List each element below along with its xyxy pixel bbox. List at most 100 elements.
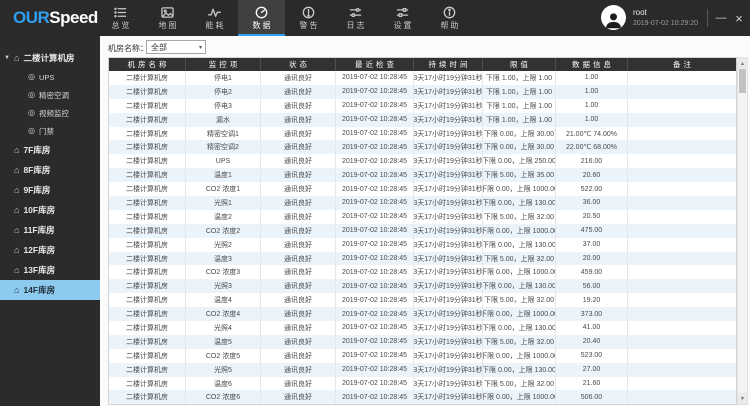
cell-checked: 2019-07-02 10:28:45 xyxy=(336,293,414,307)
cell-monitor: 光照1 xyxy=(186,196,261,210)
cell-limit: 下限 5.00，上限 32.00 xyxy=(483,252,556,266)
user-box: root 2019-07-02 10:29:20 xyxy=(601,5,698,30)
sidebar-item-13f[interactable]: ⌂13F库房 xyxy=(0,260,100,280)
cell-checked: 2019-07-02 10:28:45 xyxy=(336,238,414,252)
table-row[interactable]: 二楼计算机房停电1通讯良好2019-07-02 10:28:453天17小时19… xyxy=(109,71,736,85)
table-row[interactable]: 二楼计算机房CO2 浓度1通讯良好2019-07-02 10:28:453天17… xyxy=(109,182,736,196)
table-row[interactable]: 二楼计算机房CO2 浓度5通讯良好2019-07-02 10:28:453天17… xyxy=(109,349,736,363)
cell-limit: 下限 0.00，上限 30.00 xyxy=(483,127,556,141)
sidebar-item-7f[interactable]: ⌂7F库房 xyxy=(0,140,100,160)
sidebar-item-14f[interactable]: ⌂14F库房 xyxy=(0,280,100,300)
home-icon: ⌂ xyxy=(14,206,19,215)
table-row[interactable]: 二楼计算机房停电3通讯良好2019-07-02 10:28:453天17小时19… xyxy=(109,99,736,113)
sidebar-item-door[interactable]: ◎门禁 xyxy=(0,122,100,140)
nav-item-help[interactable]: 帮助 xyxy=(426,0,473,36)
cell-monitor: 光照2 xyxy=(186,238,261,252)
sidebar-item-video[interactable]: ◎视频监控 xyxy=(0,104,100,122)
cell-room: 二楼计算机房 xyxy=(109,377,186,391)
map-icon xyxy=(161,6,174,19)
cell-duration: 3天17小时19分钟31秒 xyxy=(414,349,483,363)
table-row[interactable]: 二楼计算机房温度1通讯良好2019-07-02 10:28:453天17小时19… xyxy=(109,168,736,182)
cell-checked: 2019-07-02 10:28:45 xyxy=(336,252,414,266)
chevron-down-icon: ▾ xyxy=(199,44,202,51)
cell-value: 475.00 xyxy=(556,224,628,238)
cell-duration: 3天17小时19分钟31秒 xyxy=(414,85,483,99)
sidebar-item-precision-ac[interactable]: ◎精密空调 xyxy=(0,86,100,104)
cell-limit: 下限 0.00，上限 30.00 xyxy=(483,140,556,154)
cell-limit: 下限 0.00，上限 130.00 xyxy=(483,363,556,377)
cell-note xyxy=(628,238,736,252)
cell-checked: 2019-07-02 10:28:45 xyxy=(336,71,414,85)
cell-room: 二楼计算机房 xyxy=(109,307,186,321)
room-filter-select[interactable]: 全部 ▾ xyxy=(146,40,206,54)
minimize-button[interactable]: — xyxy=(713,0,729,36)
table-row[interactable]: 二楼计算机房漏水通讯良好2019-07-02 10:28:453天17小时19分… xyxy=(109,113,736,127)
table-row[interactable]: 二楼计算机房光照5通讯良好2019-07-02 10:28:453天17小时19… xyxy=(109,363,736,377)
cell-limit: 下限 0.00，上限 1000.00 xyxy=(483,265,556,279)
table-row[interactable]: 二楼计算机房CO2 浓度6通讯良好2019-07-02 10:28:453天17… xyxy=(109,390,736,404)
nav-item-map[interactable]: 地图 xyxy=(144,0,191,36)
cell-checked: 2019-07-02 10:28:45 xyxy=(336,335,414,349)
table-row[interactable]: 二楼计算机房光照1通讯良好2019-07-02 10:28:453天17小时19… xyxy=(109,196,736,210)
help-icon xyxy=(443,6,456,19)
cell-duration: 3天17小时19分钟31秒 xyxy=(414,196,483,210)
close-icon: × xyxy=(735,11,743,26)
cell-status: 通讯良好 xyxy=(261,140,336,154)
clock-text: 2019-07-02 10:29:20 xyxy=(633,19,698,28)
scroll-down-button[interactable]: ▼ xyxy=(738,393,747,404)
table-row[interactable]: 二楼计算机房CO2 浓度2通讯良好2019-07-02 10:28:453天17… xyxy=(109,224,736,238)
table-row[interactable]: 二楼计算机房停电2通讯良好2019-07-02 10:28:453天17小时19… xyxy=(109,85,736,99)
table-row[interactable]: 二楼计算机房温度2通讯良好2019-07-02 10:28:453天17小时19… xyxy=(109,210,736,224)
cell-value: 523.00 xyxy=(556,349,628,363)
cell-room: 二楼计算机房 xyxy=(109,182,186,196)
table-row[interactable]: 二楼计算机房UPS通讯良好2019-07-02 10:28:453天17小时19… xyxy=(109,154,736,168)
cell-note xyxy=(628,265,736,279)
table-row[interactable]: 二楼计算机房温度6通讯良好2019-07-02 10:28:453天17小时19… xyxy=(109,377,736,391)
table-row[interactable]: 二楼计算机房精密空调1通讯良好2019-07-02 10:28:453天17小时… xyxy=(109,127,736,141)
nav-item-logs[interactable]: 日志 xyxy=(332,0,379,36)
cell-limit: 下限 0.00，上限 1000.00 xyxy=(483,182,556,196)
cell-value: 36.00 xyxy=(556,196,628,210)
cell-checked: 2019-07-02 10:28:45 xyxy=(336,99,414,113)
cell-note xyxy=(628,113,736,127)
scrollbar-thumb[interactable] xyxy=(739,69,746,93)
table-row[interactable]: 二楼计算机房光照4通讯良好2019-07-02 10:28:453天17小时19… xyxy=(109,321,736,335)
sidebar-item-floor2-room[interactable]: ▼⌂二楼计算机房 xyxy=(0,48,100,68)
tree-expand-icon: ▼ xyxy=(4,55,10,61)
sidebar-item-12f[interactable]: ⌂12F库房 xyxy=(0,240,100,260)
vertical-scrollbar[interactable]: ▲ ▼ xyxy=(737,57,748,405)
table-row[interactable]: 二楼计算机房温度5通讯良好2019-07-02 10:28:453天17小时19… xyxy=(109,335,736,349)
sidebar-item-9f[interactable]: ⌂9F库房 xyxy=(0,180,100,200)
nav-item-settings[interactable]: 设置 xyxy=(379,0,426,36)
cell-status: 通讯良好 xyxy=(261,85,336,99)
cell-monitor: CO2 浓度2 xyxy=(186,224,261,238)
table-row[interactable]: 二楼计算机房光照2通讯良好2019-07-02 10:28:453天17小时19… xyxy=(109,238,736,252)
table-row[interactable]: 二楼计算机房CO2 浓度4通讯良好2019-07-02 10:28:453天17… xyxy=(109,307,736,321)
cell-duration: 3天17小时19分钟31秒 xyxy=(414,252,483,266)
table-row[interactable]: 二楼计算机房CO2 浓度3通讯良好2019-07-02 10:28:453天17… xyxy=(109,265,736,279)
cell-checked: 2019-07-02 10:28:45 xyxy=(336,140,414,154)
table-row[interactable]: 二楼计算机房精密空调2通讯良好2019-07-02 10:28:453天17小时… xyxy=(109,140,736,154)
cell-checked: 2019-07-02 10:28:45 xyxy=(336,390,414,404)
table-row[interactable]: 二楼计算机房温度4通讯良好2019-07-02 10:28:453天17小时19… xyxy=(109,293,736,307)
sidebar-item-ups[interactable]: ◎UPS xyxy=(0,68,100,86)
avatar[interactable] xyxy=(601,5,626,30)
sidebar-item-10f[interactable]: ⌂10F库房 xyxy=(0,200,100,220)
sidebar-item-11f[interactable]: ⌂11F库房 xyxy=(0,220,100,240)
nav-item-overview[interactable]: 总览 xyxy=(97,0,144,36)
cell-duration: 3天17小时19分钟31秒 xyxy=(414,265,483,279)
app-logo-part2: Speed xyxy=(49,8,98,27)
nav-item-data[interactable]: 数据 xyxy=(238,0,285,36)
cell-note xyxy=(628,363,736,377)
sidebar-item-8f[interactable]: ⌂8F库房 xyxy=(0,160,100,180)
cell-value: 373.00 xyxy=(556,307,628,321)
table-row[interactable]: 二楼计算机房光照3通讯良好2019-07-02 10:28:453天17小时19… xyxy=(109,279,736,293)
table-row[interactable]: 二楼计算机房温度3通讯良好2019-07-02 10:28:453天17小时19… xyxy=(109,252,736,266)
scroll-up-button[interactable]: ▲ xyxy=(738,58,747,69)
device-icon: ◎ xyxy=(28,91,35,99)
cell-limit: 下限 0.00，上限 130.00 xyxy=(483,238,556,252)
nav-item-energy[interactable]: 能耗 xyxy=(191,0,238,36)
cell-status: 通讯良好 xyxy=(261,377,336,391)
nav-item-alerts[interactable]: 警告 xyxy=(285,0,332,36)
close-button[interactable]: × xyxy=(731,0,747,36)
